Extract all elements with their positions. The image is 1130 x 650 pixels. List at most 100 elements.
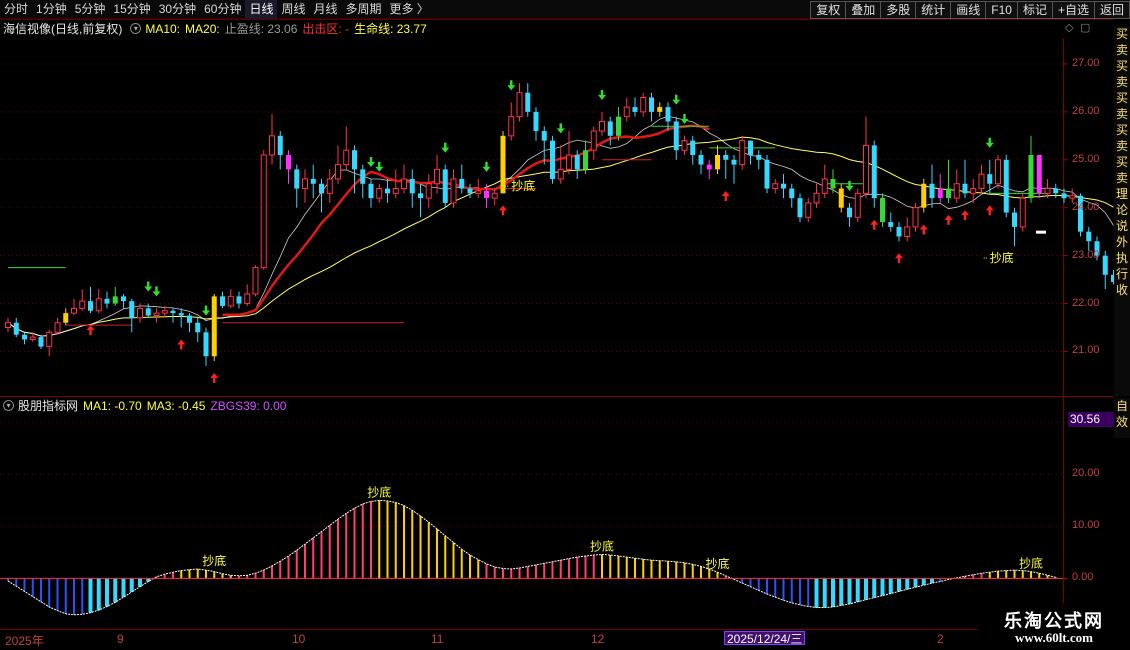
candle-body — [681, 140, 688, 151]
candle-body — [385, 188, 390, 194]
sell-arrow-icon — [441, 142, 450, 153]
candle-body — [13, 322, 19, 335]
candle-body — [54, 322, 61, 333]
buy-arrow-icon — [985, 205, 994, 216]
candle-body — [888, 222, 894, 227]
sell-arrow-icon — [375, 161, 384, 172]
candle-body — [319, 183, 324, 194]
candle-body — [912, 207, 919, 228]
indicator-signal-label: 抄底 — [202, 553, 226, 568]
candle-body — [5, 322, 11, 329]
candle-body — [665, 107, 671, 122]
candle-body — [731, 159, 737, 165]
candle-body — [360, 169, 366, 184]
indicator-curve — [7, 499, 1056, 616]
candle-body — [748, 140, 753, 155]
candle-body — [557, 168, 564, 180]
candle-body — [450, 178, 457, 204]
candle-body — [46, 331, 53, 348]
sell-arrow-icon — [598, 89, 606, 100]
candle-body — [1061, 193, 1067, 199]
candle-body — [550, 140, 555, 179]
price-tick-label: 22.00 — [1072, 296, 1100, 309]
candle-body — [838, 188, 844, 208]
candle-body — [121, 296, 126, 302]
candle-body — [145, 308, 151, 316]
candle-body — [937, 188, 943, 199]
candle-body — [854, 192, 861, 218]
candle-body — [896, 226, 902, 237]
date-axis: 2025年 9 10 11 12 2 — [0, 630, 1114, 650]
price-tick-label: 26.00 — [1072, 104, 1100, 117]
candle-body — [1019, 197, 1026, 228]
candle-body — [153, 312, 160, 317]
candle-body — [1012, 212, 1017, 227]
candle-body — [294, 169, 300, 189]
buy-arrow-icon — [919, 224, 928, 235]
date-tick-label: 9 — [117, 632, 124, 646]
kline-chart[interactable]: 抄底抄底抄底抄底抄底抄底 抄底 — [0, 0, 1114, 630]
candle-body — [187, 315, 192, 323]
candle-body — [409, 178, 415, 194]
candle-body — [161, 310, 168, 314]
sell-arrow-icon — [482, 161, 491, 172]
candle-body — [368, 183, 374, 199]
buy-arrow-icon — [895, 253, 903, 264]
indicator-signal-label: 抄底 — [1019, 556, 1043, 571]
candle-body — [38, 337, 44, 347]
candle-body — [326, 178, 333, 194]
candle-body — [170, 310, 176, 314]
candle-body — [22, 334, 27, 340]
candle-body — [500, 135, 506, 194]
candle-body — [789, 188, 795, 199]
candle-body — [434, 168, 440, 185]
buy-arrow-icon — [86, 325, 95, 336]
date-tick-label: 10 — [292, 632, 306, 646]
watermark-url: www.60lt.com — [1015, 630, 1093, 645]
candle-body — [269, 135, 275, 156]
indicator-signal-label: 抄底 — [706, 556, 730, 571]
candle-body — [583, 150, 588, 170]
sell-arrow-icon — [672, 94, 681, 105]
candle-body — [376, 188, 383, 199]
candle-body — [277, 135, 283, 155]
candle-body — [739, 140, 746, 166]
candle-body — [475, 190, 482, 194]
candle-body — [715, 155, 720, 170]
site-watermark: 乐淘公式网 www.60lt.com — [978, 603, 1130, 650]
price-tick-label: 23.00 — [1072, 248, 1100, 261]
candle-body — [772, 183, 779, 190]
candle-body — [286, 155, 291, 170]
candle-body — [401, 178, 407, 190]
candle-body — [310, 178, 316, 184]
candle-body — [1086, 231, 1092, 242]
candle-body — [764, 159, 770, 189]
buy-arrow-icon — [961, 210, 969, 221]
candle-body — [599, 120, 605, 132]
candle-body — [880, 198, 885, 223]
price-tick-label: 24.00 — [1072, 200, 1100, 213]
candle-body — [1036, 155, 1042, 194]
candle-body — [623, 106, 630, 118]
candle-body — [252, 267, 259, 295]
price-tick-label: 27.00 — [1072, 56, 1100, 69]
candle-body — [640, 97, 647, 113]
candle-body — [566, 154, 572, 170]
candle-body — [821, 178, 828, 194]
sub-tick-label: 0.00 — [1072, 571, 1094, 584]
buy-arrow-icon — [177, 339, 186, 350]
candle-body — [29, 336, 36, 340]
buy-arrow-icon — [870, 219, 879, 230]
candle-body — [418, 193, 423, 199]
candle-body — [112, 296, 118, 304]
candle-body — [88, 301, 93, 311]
trend-red-line — [222, 124, 710, 317]
candle-body — [335, 164, 341, 180]
candle-body — [442, 169, 448, 203]
candle-body — [459, 178, 465, 189]
date-tick-label: 2 — [937, 632, 944, 646]
candle-body — [236, 296, 242, 304]
price-tick-label: 25.00 — [1072, 152, 1100, 165]
candle-body — [227, 295, 234, 307]
candle-body — [1028, 155, 1034, 199]
